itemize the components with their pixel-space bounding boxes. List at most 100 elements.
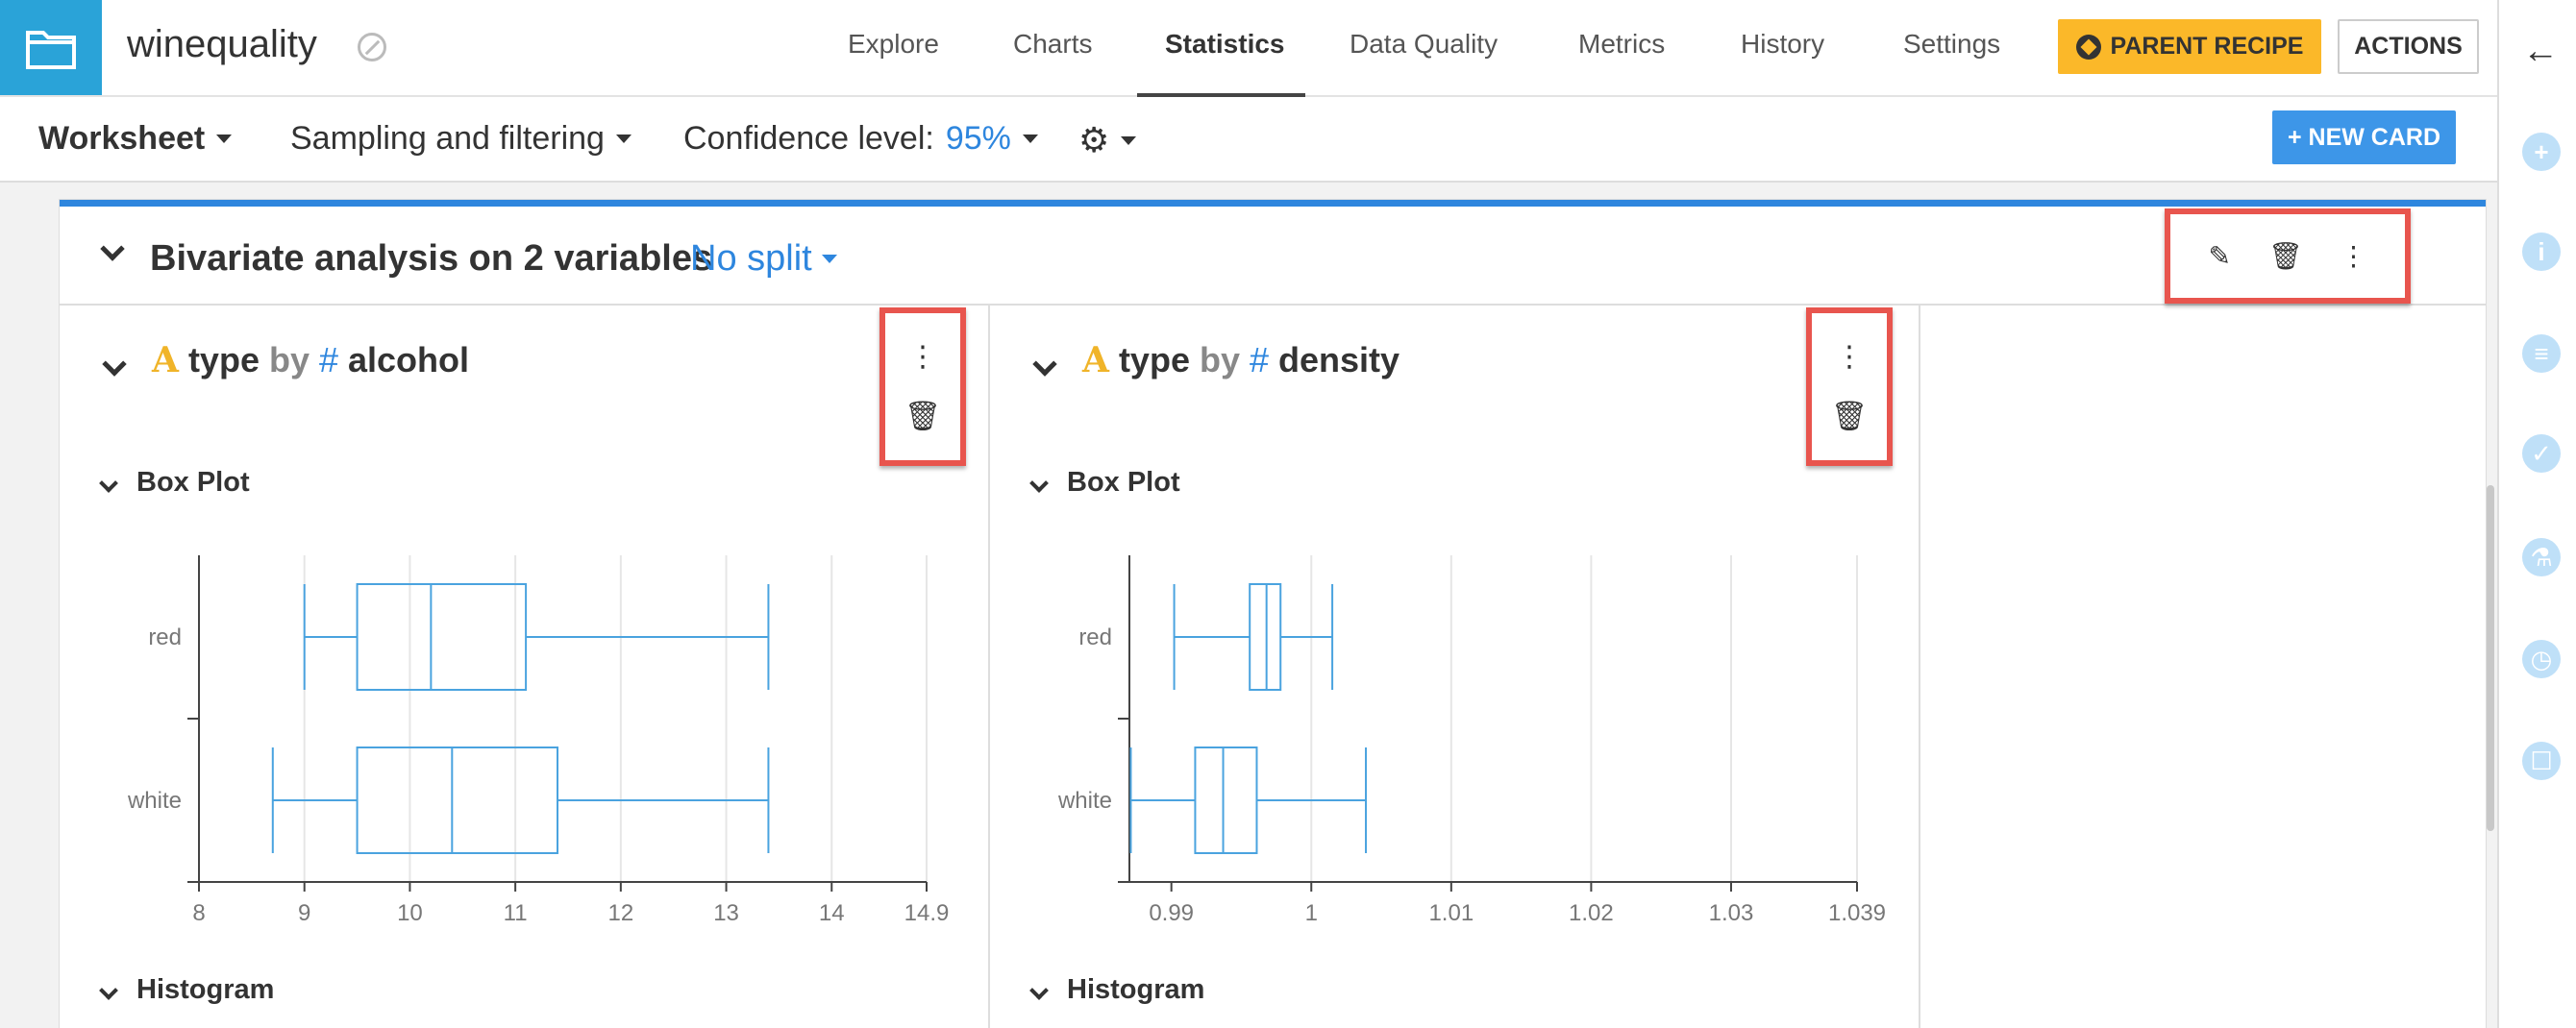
parent-recipe-button[interactable]: PARENT RECIPE	[2058, 19, 2321, 74]
kebab-icon[interactable]: ⋮	[908, 340, 937, 374]
box-plot-label: Box Plot	[1067, 467, 1180, 498]
tab-statistics[interactable]: Statistics	[1165, 29, 1285, 60]
chevron-down-icon[interactable]	[102, 352, 127, 377]
parent-recipe-label: PARENT RECIPE	[2110, 33, 2304, 60]
var-a-label: type	[1118, 340, 1190, 379]
scrollbar[interactable]	[2487, 485, 2494, 831]
histogram-section-header[interactable]: Histogram	[1029, 974, 1205, 1006]
split-dropdown[interactable]: No split	[690, 238, 837, 280]
x-tick-label: 1.01	[1428, 900, 1474, 926]
x-tick-label: 12	[607, 900, 633, 926]
chat-icon[interactable]: ☐	[2522, 742, 2561, 780]
tab-metrics[interactable]: Metrics	[1578, 29, 1665, 60]
box-plot-alcohol: 8 9 10 11 12 13 14 14.9 red white	[127, 555, 950, 926]
iqr-box	[1249, 583, 1282, 691]
compass-icon	[358, 33, 386, 61]
new-card-button[interactable]: + NEW CARD	[2272, 110, 2456, 164]
clock-icon[interactable]: ◷	[2522, 640, 2561, 678]
iqr-box	[356, 583, 528, 691]
histogram-label: Histogram	[1067, 974, 1205, 1005]
lab-icon[interactable]: ⚗	[2522, 538, 2561, 576]
trash-icon[interactable]: 🗑	[2268, 240, 2303, 272]
caret-down-icon	[216, 135, 233, 143]
tab-settings[interactable]: Settings	[1903, 29, 2000, 60]
split-label: No split	[690, 238, 812, 279]
category-label: white	[1057, 788, 1112, 814]
panel-toolbar: ⋮ 🗑	[879, 307, 966, 466]
category-label: white	[127, 788, 182, 814]
by-label: by	[1199, 340, 1240, 379]
kebab-icon[interactable]: ⋮	[1835, 340, 1864, 374]
project-title[interactable]: winequality	[127, 23, 317, 66]
tab-data-quality[interactable]: Data Quality	[1350, 29, 1498, 60]
gears-icon: ⚙	[1078, 120, 1110, 159]
box-plot-section-header[interactable]: Box Plot	[1029, 467, 1180, 499]
chevron-down-icon[interactable]	[100, 236, 125, 261]
recipe-icon	[2075, 34, 2101, 60]
info-icon[interactable]: i	[2522, 233, 2561, 271]
x-tick-label: 0.99	[1149, 900, 1194, 926]
list-icon[interactable]: ≡	[2522, 334, 2561, 373]
worksheet-dropdown[interactable]: Worksheet	[38, 120, 233, 158]
text-type-icon: A	[152, 340, 179, 380]
tab-charts[interactable]: Charts	[1013, 29, 1092, 60]
settings-dropdown[interactable]: ⚙	[1078, 120, 1137, 160]
numeric-type-icon: #	[318, 340, 339, 379]
chevron-down-icon[interactable]	[1032, 352, 1057, 377]
category-label: red	[148, 624, 182, 650]
chevron-down-icon	[99, 473, 118, 493]
numeric-type-icon: #	[1249, 340, 1270, 379]
bivariate-card: Bivariate analysis on 2 variables No spl…	[60, 200, 2486, 1028]
box-plot-density: 0.99 1 1.01 1.02 1.03 1.039 red white	[1057, 555, 1886, 926]
confidence-label: Confidence level:	[683, 120, 934, 157]
iqr-box	[1194, 747, 1258, 854]
caret-down-icon	[1022, 135, 1038, 143]
caret-down-icon	[821, 255, 837, 263]
card-toolbar: ✎ 🗑 ⋮	[2165, 208, 2411, 304]
top-navbar: winequality Explore Charts Statistics Da…	[0, 0, 2497, 97]
panel-density: A type by # density ⋮ 🗑 Box Plot 0.99 1 1.…	[990, 306, 1920, 1028]
var-b-label: density	[1278, 340, 1400, 379]
worksheet-toolbar: Worksheet Sampling and filtering Confide…	[0, 97, 2497, 183]
plus-icon[interactable]: +	[2522, 133, 2561, 171]
arrow-left-icon[interactable]: ←	[2522, 31, 2559, 72]
right-rail: ← + i ≡ ✓ ⚗ ◷ ☐	[2497, 0, 2576, 1028]
card-header: Bivariate analysis on 2 variables No spl…	[60, 207, 2486, 306]
chevron-down-icon	[1029, 473, 1049, 493]
var-b-label: alcohol	[348, 340, 470, 379]
histogram-label: Histogram	[136, 974, 275, 1005]
x-tick-label: 10	[397, 900, 423, 926]
panel-alcohol: A type by # alcohol ⋮ 🗑 Box Plot 8 9 10 11 1…	[60, 306, 990, 1028]
trash-icon[interactable]: 🗑	[1831, 400, 1868, 433]
x-tick-label: 1	[1305, 900, 1318, 926]
caret-down-icon	[1121, 135, 1137, 145]
actions-button[interactable]: ACTIONS	[2338, 19, 2479, 74]
x-tick-label: 9	[298, 900, 310, 926]
caret-down-icon	[615, 135, 632, 143]
worksheet-label: Worksheet	[38, 120, 206, 157]
x-tick-label: 11	[504, 900, 528, 926]
x-tick-label: 1.03	[1709, 900, 1754, 926]
text-type-icon: A	[1082, 340, 1109, 380]
box-plot-label: Box Plot	[136, 467, 250, 498]
tab-explore[interactable]: Explore	[848, 29, 939, 60]
confidence-dropdown[interactable]: Confidence level: 95%	[683, 120, 1038, 158]
trash-icon[interactable]: 🗑	[904, 400, 941, 433]
x-tick-label: 8	[192, 900, 205, 926]
tab-history[interactable]: History	[1741, 29, 1824, 60]
panel-title: A type by # density	[1082, 340, 1399, 380]
sampling-dropdown[interactable]: Sampling and filtering	[290, 120, 632, 158]
x-tick-label: 1.039	[1828, 900, 1886, 926]
kebab-icon[interactable]: ⋮	[2340, 240, 2366, 272]
card-title: Bivariate analysis on 2 variables	[150, 238, 713, 279]
histogram-section-header[interactable]: Histogram	[99, 974, 275, 1006]
x-tick-label: 14.9	[904, 900, 950, 926]
panel-title: A type by # alcohol	[152, 340, 469, 380]
pencil-icon[interactable]: ✎	[2208, 240, 2230, 272]
box-plot-section-header[interactable]: Box Plot	[99, 467, 250, 499]
var-a-label: type	[187, 340, 260, 379]
category-label: red	[1078, 624, 1112, 650]
confidence-value: 95%	[945, 120, 1011, 157]
check-icon[interactable]: ✓	[2522, 434, 2561, 473]
folder-icon[interactable]	[0, 0, 102, 95]
